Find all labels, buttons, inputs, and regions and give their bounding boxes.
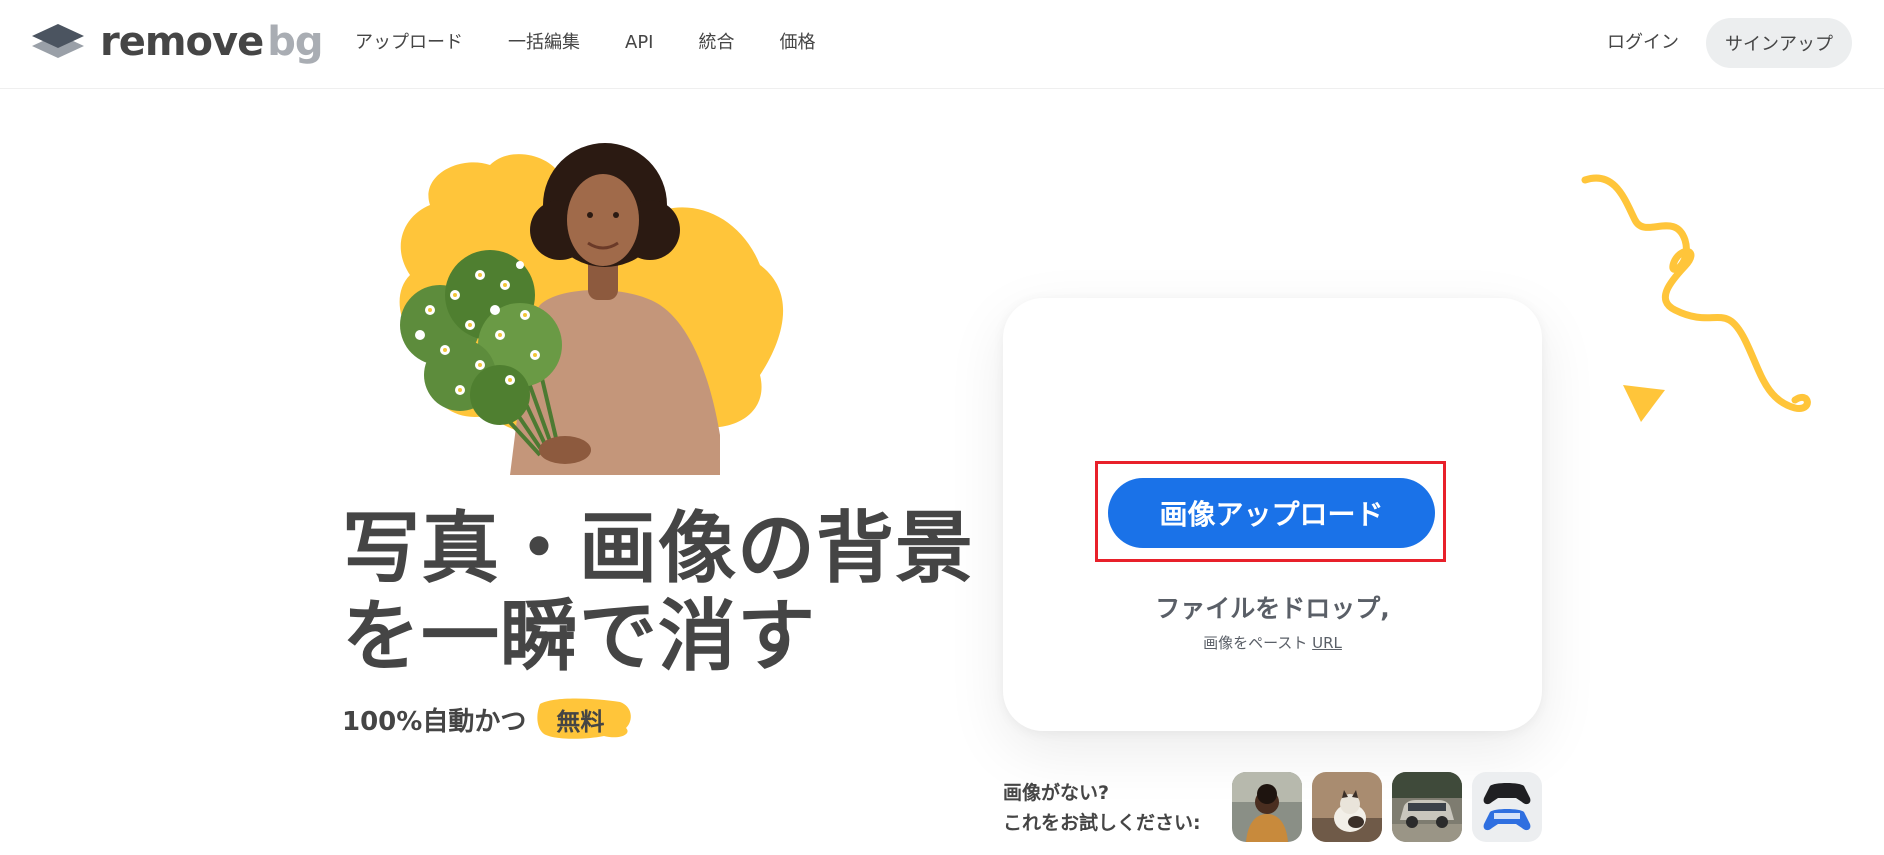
samples-line-1: 画像がない? — [1003, 782, 1110, 804]
hero-headline: 写真・画像の背景 を一瞬で消す — [342, 505, 982, 681]
nav-bulk-edit[interactable]: 一括編集 — [508, 30, 580, 56]
nav-integrations[interactable]: 統合 — [698, 30, 734, 56]
sample-person-thumb[interactable] — [1232, 772, 1302, 842]
logo-word-remove: remove — [100, 19, 264, 65]
sample-gamepad-thumb[interactable] — [1472, 772, 1542, 842]
sample-thumbnails — [1232, 772, 1552, 842]
header: remove bg アップロード 一括編集 API 統合 価格 ログイン サインア… — [0, 0, 1884, 89]
paste-hint: 画像をペースト URL — [1003, 632, 1542, 653]
page: remove bg アップロード 一括編集 API 統合 価格 ログイン サインア… — [0, 0, 1884, 855]
logo-link[interactable]: remove bg — [30, 19, 323, 65]
paste-text: 画像をペースト — [1203, 634, 1308, 652]
sub-text: 100%自動かつ — [342, 707, 527, 737]
free-badge: 無料 — [537, 698, 632, 741]
signup-button[interactable]: サインアップ — [1706, 18, 1852, 68]
upload-image-button[interactable]: 画像アップロード — [1108, 478, 1435, 548]
logo-icon — [32, 24, 84, 58]
headline-line-2: を一瞬で消す — [342, 592, 817, 682]
hero-image — [399, 143, 784, 475]
headline-line-1: 写真・画像の背景 — [342, 504, 975, 594]
free-badge-label: 無料 — [556, 708, 605, 736]
nav-pricing[interactable]: 価格 — [779, 30, 815, 56]
nav-api[interactable]: API — [625, 30, 653, 56]
logo-word-bg: bg — [267, 19, 323, 65]
nav-upload[interactable]: アップロード — [355, 30, 463, 56]
drop-file-text: ファイルをドロップ, — [1155, 594, 1390, 623]
yellow-squiggle-decoration — [1581, 174, 1811, 422]
main-nav: アップロード 一括編集 API 統合 価格 — [355, 30, 860, 56]
hero-subheadline: 100%自動かつ 無料 — [342, 698, 632, 741]
samples-label: 画像がない? これをお試しください: — [1003, 778, 1201, 838]
yellow-triangle-decoration — [1623, 385, 1665, 422]
sample-car-thumb[interactable] — [1392, 772, 1462, 842]
url-link[interactable]: URL — [1312, 634, 1342, 652]
samples-line-2: これをお試しください: — [1003, 812, 1201, 834]
sample-cat-thumb[interactable] — [1312, 772, 1382, 842]
logo-wordmark: remove bg — [100, 19, 323, 65]
login-link[interactable]: ログイン — [1607, 30, 1679, 56]
